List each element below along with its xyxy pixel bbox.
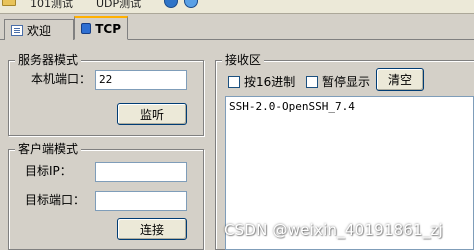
- local-port-label: 本机端口：: [31, 72, 92, 86]
- local-port-input[interactable]: 22: [95, 70, 187, 90]
- listen-button[interactable]: 监听: [117, 103, 187, 125]
- target-port-input[interactable]: [95, 191, 187, 211]
- tab-strip: 欢迎 TCP: [0, 14, 474, 40]
- toolbar-item-2[interactable]: UDP测试: [96, 0, 141, 11]
- tab-welcome[interactable]: 欢迎: [4, 19, 74, 40]
- hex-checkbox-label: 按16进制: [244, 75, 296, 89]
- hex-checkbox-box[interactable]: [228, 75, 240, 88]
- client-mode-group: 客户端模式 目标IP： 目标端口： 连接: [8, 142, 204, 250]
- folder-icon[interactable]: [2, 0, 16, 6]
- target-ip-input[interactable]: [95, 162, 187, 182]
- connect-button[interactable]: 连接: [117, 218, 187, 240]
- receive-title: 接收区: [222, 53, 265, 67]
- tcp-icon: [81, 23, 92, 34]
- tab-tcp[interactable]: TCP: [74, 16, 128, 40]
- pause-checkbox-label: 暂停显示: [322, 75, 371, 89]
- client-mode-title: 客户端模式: [15, 142, 82, 156]
- toolbar-item-1[interactable]: 101测试: [30, 0, 73, 11]
- toolbar: 101测试 UDP测试: [0, 0, 474, 14]
- globe-icon[interactable]: [164, 0, 178, 8]
- pause-checkbox-box[interactable]: [306, 75, 318, 88]
- refresh-icon[interactable]: [184, 0, 198, 8]
- server-mode-group: 服务器模式 本机端口： 22 监听: [8, 53, 204, 136]
- target-ip-label: 目标IP：: [25, 164, 72, 178]
- target-port-label: 目标端口：: [25, 193, 86, 207]
- tab-tcp-label: TCP: [95, 21, 121, 36]
- watermark: CSDN @weixin_40191861_zj: [224, 221, 443, 239]
- document-icon: [11, 24, 23, 36]
- tab-welcome-label: 欢迎: [27, 23, 52, 38]
- hex-checkbox[interactable]: 按16进制: [228, 73, 295, 90]
- server-mode-title: 服务器模式: [15, 53, 82, 67]
- clear-button[interactable]: 清空: [376, 68, 424, 91]
- pause-checkbox[interactable]: 暂停显示: [306, 73, 370, 90]
- tcp-tool-window: 101测试 UDP测试 欢迎 TCP 服务器模式 本机端口： 22 监听 客户端…: [0, 0, 474, 250]
